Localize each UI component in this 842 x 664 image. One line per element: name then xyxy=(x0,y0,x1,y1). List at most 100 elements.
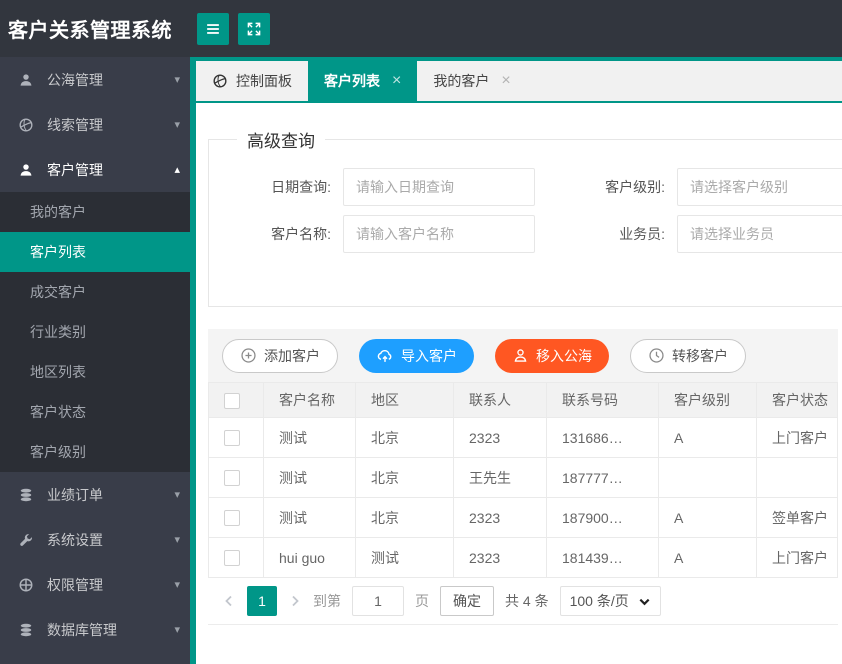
table-body: 测试 北京 2323 131686… A 上门客户 测试 北京 王先生 187777… 测试 北京 23… xyxy=(208,417,838,578)
toolbar-button[interactable]: 移入公海 xyxy=(495,338,609,373)
fullscreen-icon xyxy=(246,21,262,37)
field-label: 业务员: xyxy=(619,226,665,242)
total-count-label: 共 4 条 xyxy=(505,593,549,609)
field-label: 日期查询: xyxy=(271,179,331,195)
table-cell: 王先生 xyxy=(453,457,547,498)
query-field-input[interactable] xyxy=(677,168,842,206)
toolbar-button[interactable]: 转移客户 xyxy=(630,338,746,373)
toolbar-button[interactable]: 添加客户 xyxy=(222,338,338,373)
row-checkbox-cell xyxy=(208,497,264,538)
wrench-icon xyxy=(18,532,38,548)
goto-label: 到第 xyxy=(313,593,341,609)
table-cell xyxy=(658,457,757,498)
sidebar-item[interactable]: 公海管理 ▾ xyxy=(0,57,196,102)
sidebar-subitem[interactable]: 客户级别 xyxy=(0,432,196,472)
column-header: 客户状态 xyxy=(756,382,838,418)
sidebar-item[interactable]: 权限管理 ▾ xyxy=(0,562,196,607)
row-checkbox-cell xyxy=(208,537,264,578)
query-field-input[interactable] xyxy=(343,168,535,206)
table-cell: 测试 xyxy=(355,537,454,578)
select-all-checkbox[interactable] xyxy=(224,392,240,409)
table-cell: 北京 xyxy=(355,457,454,498)
clock-icon xyxy=(648,347,665,364)
sidebar-subitem[interactable]: 地区列表 xyxy=(0,352,196,392)
table-cell: 北京 xyxy=(355,497,454,538)
sidebar-subitem[interactable]: 行业类别 xyxy=(0,312,196,352)
sidebar-item-label: 线索管理 xyxy=(47,116,103,133)
advanced-query-panel: 高级查询 日期查询: 客户级别: 客户名称: 业务员: xyxy=(208,127,842,307)
close-icon[interactable]: × xyxy=(501,72,510,90)
sidebar-subitem[interactable]: 我的客户 xyxy=(0,192,196,232)
tab[interactable]: 我的客户 × xyxy=(417,61,526,101)
table-cell: 2323 xyxy=(453,497,547,538)
goto-page-input[interactable] xyxy=(352,586,404,616)
chevron-down-icon: ▾ xyxy=(174,489,180,501)
tab-label: 客户列表 xyxy=(324,73,380,89)
sidebar-item-label: 权限管理 xyxy=(47,576,103,593)
query-form-row: 客户名称: 业务员: xyxy=(221,215,842,253)
next-page-icon[interactable] xyxy=(288,594,302,608)
tab-label: 我的客户 xyxy=(433,73,490,89)
table-cell: 2323 xyxy=(453,417,547,458)
sidebar-menu: 公海管理 ▾ 线索管理 ▾ 客户管理 ▴ 我的客户 客户列表 成交客户 行业类别 地区列表 客户状态客… xyxy=(0,57,196,652)
toolbar-button[interactable]: 导入客户 xyxy=(359,338,474,373)
table-cell: A xyxy=(658,417,757,458)
sidebar-item[interactable]: 系统设置 ▾ xyxy=(0,517,196,562)
sidebar-item[interactable]: 业绩订单 ▾ xyxy=(0,472,196,517)
chevron-down-icon: ▾ xyxy=(174,624,180,636)
tab-bar: 控制面板 客户列表 × 我的客户 × xyxy=(196,57,842,103)
sidebar-item[interactable]: 客户管理 ▴ xyxy=(0,147,196,192)
row-checkbox[interactable] xyxy=(224,470,240,487)
pagination-bar: 1 到第 页 确定 共 4 条 100 条/页 xyxy=(208,578,838,625)
sidebar-subitem[interactable]: 客户状态 xyxy=(0,392,196,432)
sidebar-item[interactable]: 数据库管理 ▾ xyxy=(0,607,196,652)
table-cell: 181439… xyxy=(546,537,659,578)
sidebar-item[interactable]: 线索管理 ▾ xyxy=(0,102,196,147)
advanced-query-legend: 高级查询 xyxy=(247,132,315,151)
toolbar-button-label: 转移客户 xyxy=(672,347,728,364)
table-cell: 北京 xyxy=(355,417,454,458)
page-unit-label: 页 xyxy=(415,593,429,609)
close-icon[interactable]: × xyxy=(392,72,401,90)
collapse-menu-button[interactable] xyxy=(197,12,229,45)
chevron-up-icon: ▴ xyxy=(174,164,180,176)
table-cell: 签单客户 xyxy=(756,497,838,538)
table-cell: 测试 xyxy=(263,497,356,538)
app-title: 客户关系管理系统 xyxy=(8,20,172,42)
sidebar-subitem-label: 客户级别 xyxy=(30,444,86,460)
table-row: 测试 北京 王先生 187777… xyxy=(208,457,838,498)
sidebar: 公海管理 ▾ 线索管理 ▾ 客户管理 ▴ 我的客户 客户列表 成交客户 行业类别 地区列表 客户状态客… xyxy=(0,57,196,664)
sidebar-subitem[interactable]: 客户列表 xyxy=(0,232,196,272)
fullscreen-button[interactable] xyxy=(238,12,270,45)
content-panel: 高级查询 日期查询: 客户级别: 客户名称: 业务员: 添加客户 导入客户 移入公海 转移客… xyxy=(196,103,842,625)
table-cell: 187900… xyxy=(546,497,659,538)
confirm-button[interactable]: 确定 xyxy=(440,586,494,616)
column-header: 客户级别 xyxy=(658,382,757,418)
cloud-upload-icon xyxy=(376,347,394,365)
chevron-down-icon xyxy=(638,595,651,608)
chevron-down-icon: ▾ xyxy=(174,534,180,546)
page-number-button[interactable]: 1 xyxy=(247,586,277,616)
table-cell: 187777… xyxy=(546,457,659,498)
table-row: 测试 北京 2323 187900… A 签单客户 xyxy=(208,497,838,538)
row-checkbox-cell xyxy=(208,417,264,458)
query-form-row: 日期查询: 客户级别: xyxy=(221,168,842,206)
sidebar-subitem[interactable]: 成交客户 xyxy=(0,272,196,312)
tab[interactable]: 客户列表 × xyxy=(308,61,418,101)
tab-label: 控制面板 xyxy=(236,73,292,89)
table-cell: 测试 xyxy=(263,417,356,458)
query-field-input[interactable] xyxy=(677,215,842,253)
tab[interactable]: 控制面板 xyxy=(196,61,308,101)
prev-page-icon[interactable] xyxy=(222,594,236,608)
customer-table: 客户名称 地区 联系人 联系号码 客户级别 客户状态 测试 北京 2323 131686… A 上门… xyxy=(208,382,838,578)
sidebar-submenu: 我的客户 客户列表 成交客户 行业类别 地区列表 客户状态客户级别 xyxy=(0,192,196,472)
sidebar-item-label: 客户管理 xyxy=(47,161,103,178)
row-checkbox[interactable] xyxy=(224,510,240,527)
table-header-row: 客户名称 地区 联系人 联系号码 客户级别 客户状态 xyxy=(208,382,838,418)
header-checkbox-cell xyxy=(208,382,264,418)
page-size-select[interactable]: 100 条/页 xyxy=(559,586,661,616)
row-checkbox[interactable] xyxy=(224,430,240,447)
chevron-down-icon: ▾ xyxy=(174,119,180,131)
row-checkbox[interactable] xyxy=(224,550,240,567)
query-field-input[interactable] xyxy=(343,215,535,253)
